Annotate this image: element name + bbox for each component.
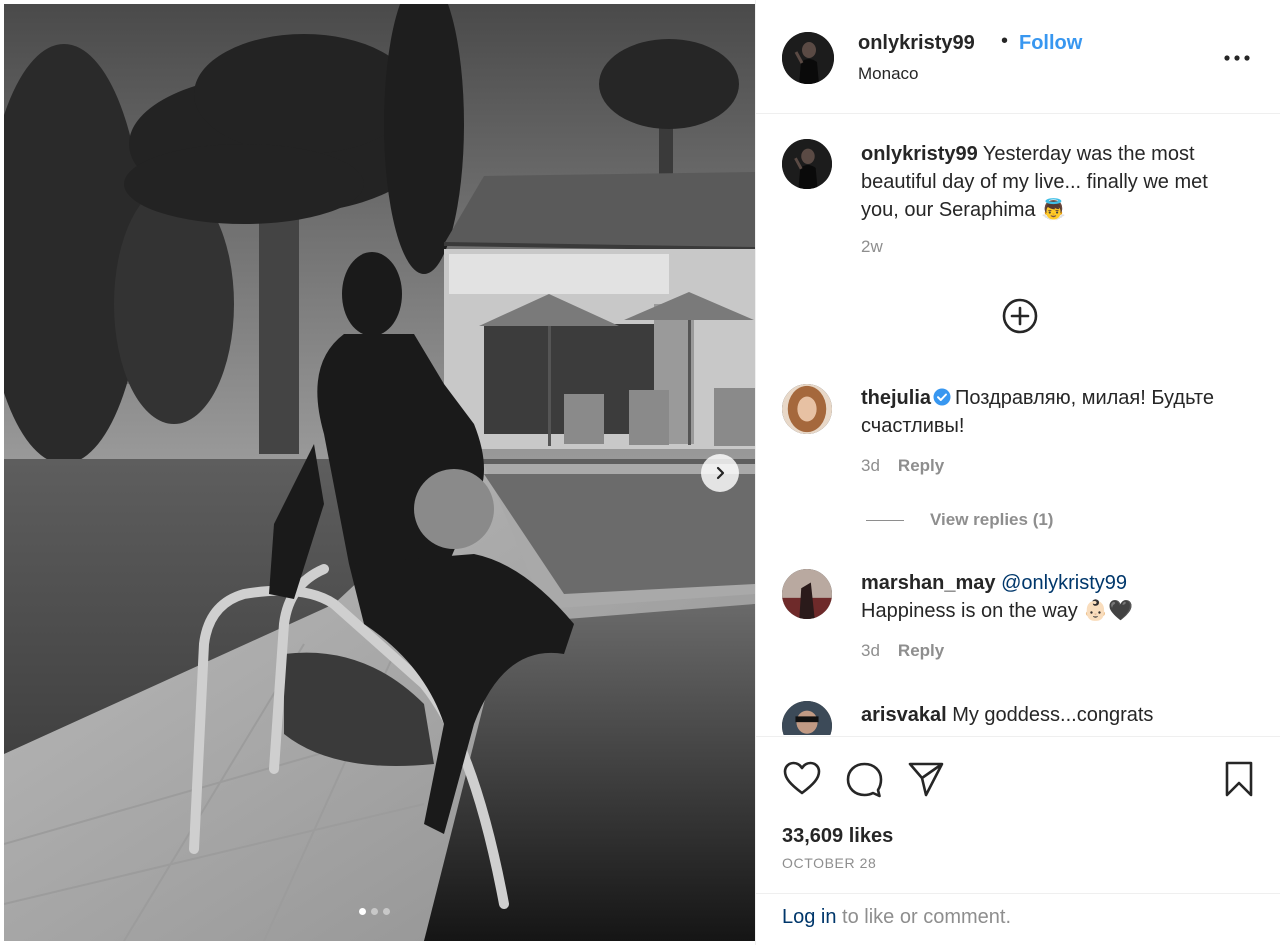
- likes-count[interactable]: 33,609 likes: [782, 825, 893, 848]
- caption-age[interactable]: 2w: [861, 237, 883, 257]
- comment-avatar[interactable]: [782, 569, 832, 619]
- post-image: [4, 4, 755, 941]
- author-username[interactable]: onlykristy99: [858, 32, 975, 55]
- load-more-comments-icon[interactable]: [1001, 297, 1039, 335]
- verified-badge-icon: [933, 388, 951, 406]
- comment-age[interactable]: 3d: [861, 456, 880, 475]
- comment-mention[interactable]: @onlykristy99: [1001, 572, 1127, 594]
- comment-text: marshan_may @onlykristy99 Happiness is on…: [861, 569, 1241, 625]
- comment-icon[interactable]: [844, 759, 884, 799]
- comment-username[interactable]: marshan_may: [861, 572, 996, 594]
- slide-dot[interactable]: [371, 908, 378, 915]
- follow-button[interactable]: Follow: [1019, 32, 1082, 55]
- more-options-icon[interactable]: [1222, 46, 1252, 70]
- login-text: Log in to like or comment.: [782, 906, 1011, 929]
- bookmark-icon[interactable]: [1219, 759, 1259, 799]
- slide-dot[interactable]: [383, 908, 390, 915]
- send-icon[interactable]: [906, 759, 946, 799]
- comment-text: arisvakal My goddess...congrats: [861, 701, 1241, 729]
- comment-username[interactable]: arisvakal: [861, 704, 947, 726]
- reply-button[interactable]: Reply: [898, 456, 944, 475]
- caption-avatar[interactable]: [782, 139, 832, 189]
- comment-avatar[interactable]: [782, 384, 832, 434]
- view-replies-button[interactable]: View replies (1): [866, 510, 1053, 530]
- comment-meta: 3d Reply: [861, 641, 944, 661]
- login-suffix: to like or comment.: [836, 906, 1012, 928]
- comment-body: My goddess...congrats: [946, 704, 1154, 726]
- post-location[interactable]: Monaco: [858, 64, 918, 84]
- comment-avatar[interactable]: [782, 701, 832, 735]
- comment-text: thejulia Поздравляю, милая! Будьте счастл…: [861, 384, 1241, 440]
- comment-age[interactable]: 3d: [861, 641, 880, 660]
- post-header: onlykristy99 • Follow Monaco: [756, 0, 1280, 114]
- post-photo[interactable]: [4, 4, 755, 941]
- slide-indicator: [359, 908, 390, 915]
- comment-meta: 3d Reply: [861, 456, 944, 476]
- heart-icon[interactable]: [782, 759, 822, 799]
- author-avatar[interactable]: [782, 32, 834, 84]
- chevron-right-icon: [716, 466, 725, 480]
- caption-text: onlykristy99 Yesterday was the most beau…: [861, 140, 1241, 224]
- header-separator: •: [1001, 30, 1009, 52]
- login-link[interactable]: Log in: [782, 906, 837, 928]
- comments-section[interactable]: onlykristy99 Yesterday was the most beau…: [756, 115, 1280, 735]
- divider-line: [866, 519, 904, 521]
- view-replies-label: View replies (1): [930, 510, 1054, 529]
- comment-body: Happiness is on the way 👶🏻🖤: [861, 600, 1134, 622]
- login-prompt: Log in to like or comment.: [756, 893, 1280, 945]
- post-date[interactable]: OCTOBER 28: [782, 855, 876, 871]
- reply-button[interactable]: Reply: [898, 641, 944, 660]
- next-slide-button[interactable]: [701, 454, 739, 492]
- slide-dot[interactable]: [359, 908, 366, 915]
- post-actions: 33,609 likes OCTOBER 28: [756, 736, 1280, 893]
- comment-username[interactable]: thejulia: [861, 387, 931, 409]
- caption-username[interactable]: onlykristy99: [861, 143, 978, 165]
- post-sidebar: onlykristy99 • Follow Monaco onlykristy9…: [755, 0, 1280, 945]
